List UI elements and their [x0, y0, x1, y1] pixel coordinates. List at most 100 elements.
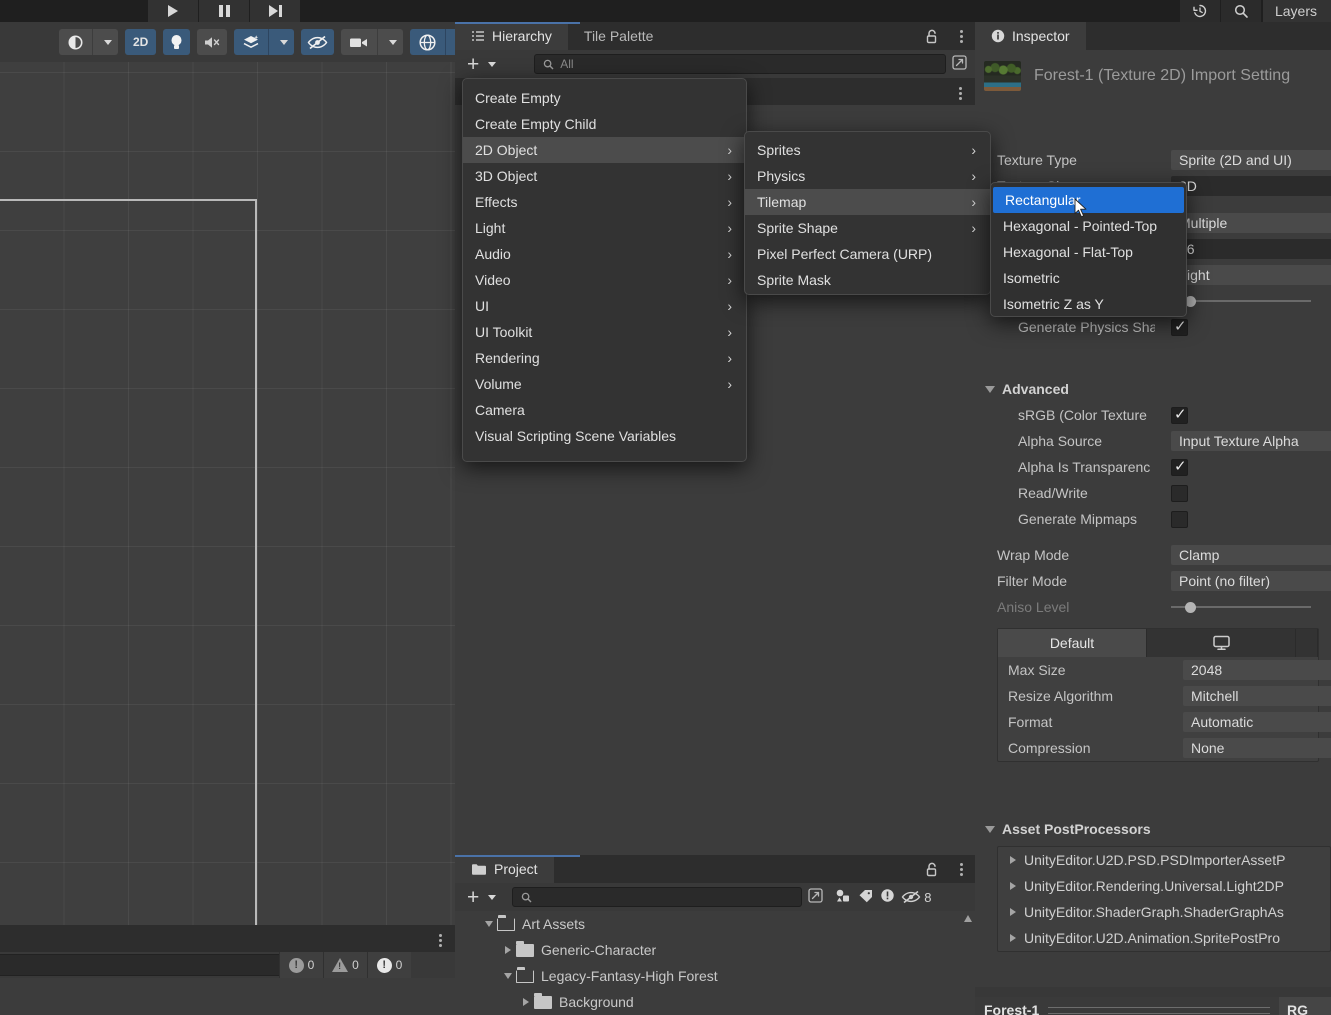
disclosure-triangle-icon[interactable]	[481, 921, 497, 927]
info-count-cell[interactable]: ! 0	[279, 952, 323, 978]
slider-knob[interactable]	[1185, 601, 1196, 613]
pivot-tool-group[interactable]	[59, 29, 118, 55]
menu-item-pixel-perfect-camera[interactable]: Pixel Perfect Camera (URP)	[745, 241, 990, 267]
menu-item-isometric[interactable]: Isometric	[991, 265, 1186, 291]
extrude-slider[interactable]	[1171, 291, 1311, 311]
field-value[interactable]: 2048	[1183, 660, 1331, 680]
field-value[interactable]: Point (no filter)	[1171, 571, 1331, 591]
menu-item-video[interactable]: Video ›	[463, 267, 746, 293]
visibility-toggle-button[interactable]	[301, 29, 335, 55]
menu-item-isometric-z-as-y[interactable]: Isometric Z as Y	[991, 291, 1186, 317]
physics-shape-checkbox[interactable]	[1171, 317, 1188, 336]
field-texture-type[interactable]: Texture Type Sprite (2D and UI)	[975, 147, 1331, 173]
pause-button[interactable]	[199, 0, 249, 22]
preview-channel-button[interactable]: RG	[1279, 997, 1331, 1015]
project-search-input[interactable]	[512, 887, 803, 907]
hierarchy-search-expand-icon[interactable]	[952, 55, 967, 73]
field-read-write[interactable]: Read/Write	[975, 480, 1331, 506]
lock-icon[interactable]	[925, 29, 939, 47]
menu-item-rectangular[interactable]: Rectangular	[993, 187, 1184, 213]
tree-item-art-assets[interactable]: Art Assets	[455, 911, 975, 937]
hierarchy-create-button[interactable]: +	[463, 54, 500, 75]
hierarchy-options-icon[interactable]	[960, 30, 963, 43]
postprocessors-section-header[interactable]: Asset PostProcessors	[975, 816, 1331, 842]
tab-project[interactable]: Project	[455, 855, 554, 883]
menu-item-visual-scripting-scene-variables[interactable]: Visual Scripting Scene Variables	[463, 423, 746, 449]
menu-item-sprites[interactable]: Sprites ›	[745, 137, 990, 163]
mipmaps-checkbox[interactable]	[1171, 510, 1188, 528]
camera-toggle-button[interactable]	[341, 29, 378, 55]
warning-count-cell[interactable]: 0	[323, 952, 367, 978]
tab-platform-default[interactable]: Default	[998, 629, 1147, 657]
effects-toggle-group[interactable]	[234, 29, 295, 55]
project-lock-icon[interactable]	[925, 862, 939, 880]
field-value[interactable]: Tight	[1171, 265, 1331, 285]
menu-item-sprite-shape[interactable]: Sprite Shape ›	[745, 215, 990, 241]
alpha-transparency-checkbox[interactable]	[1171, 457, 1188, 476]
field-alpha-is-transparency[interactable]: Alpha Is Transparenc	[975, 454, 1331, 480]
pivot-dropdown-button[interactable]	[92, 29, 118, 55]
field-compression[interactable]: Compression None	[998, 735, 1331, 761]
field-value[interactable]: Sprite (2D and UI)	[1171, 150, 1331, 170]
project-options-icon[interactable]	[960, 863, 963, 876]
layers-dropdown[interactable]: Layers	[1262, 0, 1331, 22]
create-context-menu[interactable]: Create Empty Create Empty Child 2D Objec…	[462, 78, 747, 462]
field-alpha-source[interactable]: Alpha Source Input Texture Alpha	[975, 428, 1331, 454]
error-count-cell[interactable]: ! 0	[367, 952, 411, 978]
menu-item-effects[interactable]: Effects ›	[463, 189, 746, 215]
kebab-menu-icon[interactable]	[439, 934, 442, 947]
field-value[interactable]: Automatic	[1183, 712, 1331, 732]
read-write-checkbox[interactable]	[1171, 484, 1188, 502]
tree-item-legacy-fantasy[interactable]: Legacy-Fantasy-High Forest	[455, 963, 975, 989]
field-generate-physics-shape[interactable]: Generate Physics Shape	[975, 314, 1331, 340]
camera-dropdown-button[interactable]	[377, 29, 404, 55]
menu-item-hexagonal-pointed-top[interactable]: Hexagonal - Pointed-Top	[991, 213, 1186, 239]
scene-kebab-icon[interactable]	[959, 87, 962, 100]
pivot-tool-button[interactable]	[59, 29, 92, 55]
filter-by-label-icon[interactable]	[858, 889, 874, 906]
menu-item-camera[interactable]: Camera	[463, 397, 746, 423]
step-button[interactable]	[250, 0, 300, 22]
menu-item-volume[interactable]: Volume ›	[463, 371, 746, 397]
tab-platform-standalone[interactable]	[1147, 629, 1296, 657]
field-max-size[interactable]: Max Size 2048	[998, 657, 1331, 683]
disclosure-triangle-icon[interactable]	[1010, 908, 1016, 916]
play-button[interactable]	[148, 0, 198, 22]
project-tree[interactable]: Art Assets Generic-Character Legacy-Fant…	[455, 911, 975, 1015]
project-scrollbar[interactable]	[964, 915, 972, 1007]
field-aniso-level[interactable]: Aniso Level	[975, 594, 1331, 620]
menu-item-create-empty-child[interactable]: Create Empty Child	[463, 111, 746, 137]
menu-item-sprite-mask[interactable]: Sprite Mask	[745, 267, 990, 293]
field-resize-algorithm[interactable]: Resize Algorithm Mitchell	[998, 683, 1331, 709]
disclosure-triangle-icon[interactable]	[1010, 856, 1016, 864]
menu-item-2d-object[interactable]: 2D Object ›	[463, 137, 746, 163]
menu-item-create-empty[interactable]: Create Empty	[463, 85, 746, 111]
menu-item-physics[interactable]: Physics ›	[745, 163, 990, 189]
disclosure-triangle-icon[interactable]	[1010, 882, 1016, 890]
field-value[interactable]: Mitchell	[1183, 686, 1331, 706]
tab-tile-palette[interactable]: Tile Palette	[568, 22, 670, 50]
field-value[interactable]: 16	[1171, 239, 1331, 259]
history-icon[interactable]	[1179, 0, 1220, 22]
scene-view[interactable]	[0, 62, 455, 925]
filter-by-type-icon[interactable]	[835, 888, 852, 906]
disclosure-triangle-icon[interactable]	[500, 946, 516, 954]
field-srgb[interactable]: sRGB (Color Texture	[975, 402, 1331, 428]
hierarchy-search-input[interactable]: All	[534, 54, 946, 74]
menu-item-3d-object[interactable]: 3D Object ›	[463, 163, 746, 189]
tree-item-generic-character[interactable]: Generic-Character	[455, 937, 975, 963]
field-value[interactable]: Clamp	[1171, 545, 1331, 565]
audio-toggle-button[interactable]	[197, 29, 228, 55]
field-value[interactable]: Multiple	[1171, 213, 1331, 233]
field-value[interactable]: Input Texture Alpha	[1171, 431, 1331, 451]
field-value[interactable]: None	[1183, 738, 1331, 758]
postprocessor-item[interactable]: UnityEditor.Rendering.Universal.Light2DP	[998, 873, 1330, 899]
advanced-section-header[interactable]: Advanced	[975, 376, 1331, 402]
tab-inspector[interactable]: Inspector	[975, 22, 1086, 50]
scroll-up-arrow-icon[interactable]	[964, 915, 972, 922]
2d-toggle-button[interactable]: 2D	[125, 29, 157, 55]
submenu-2d-object[interactable]: Sprites › Physics › Tilemap › Sprite Shape ›…	[744, 131, 991, 295]
submenu-tilemap[interactable]: Rectangular Hexagonal - Pointed-Top Hexa…	[990, 182, 1187, 317]
menu-item-tilemap[interactable]: Tilemap ›	[745, 189, 990, 215]
srgb-checkbox[interactable]	[1171, 405, 1188, 424]
